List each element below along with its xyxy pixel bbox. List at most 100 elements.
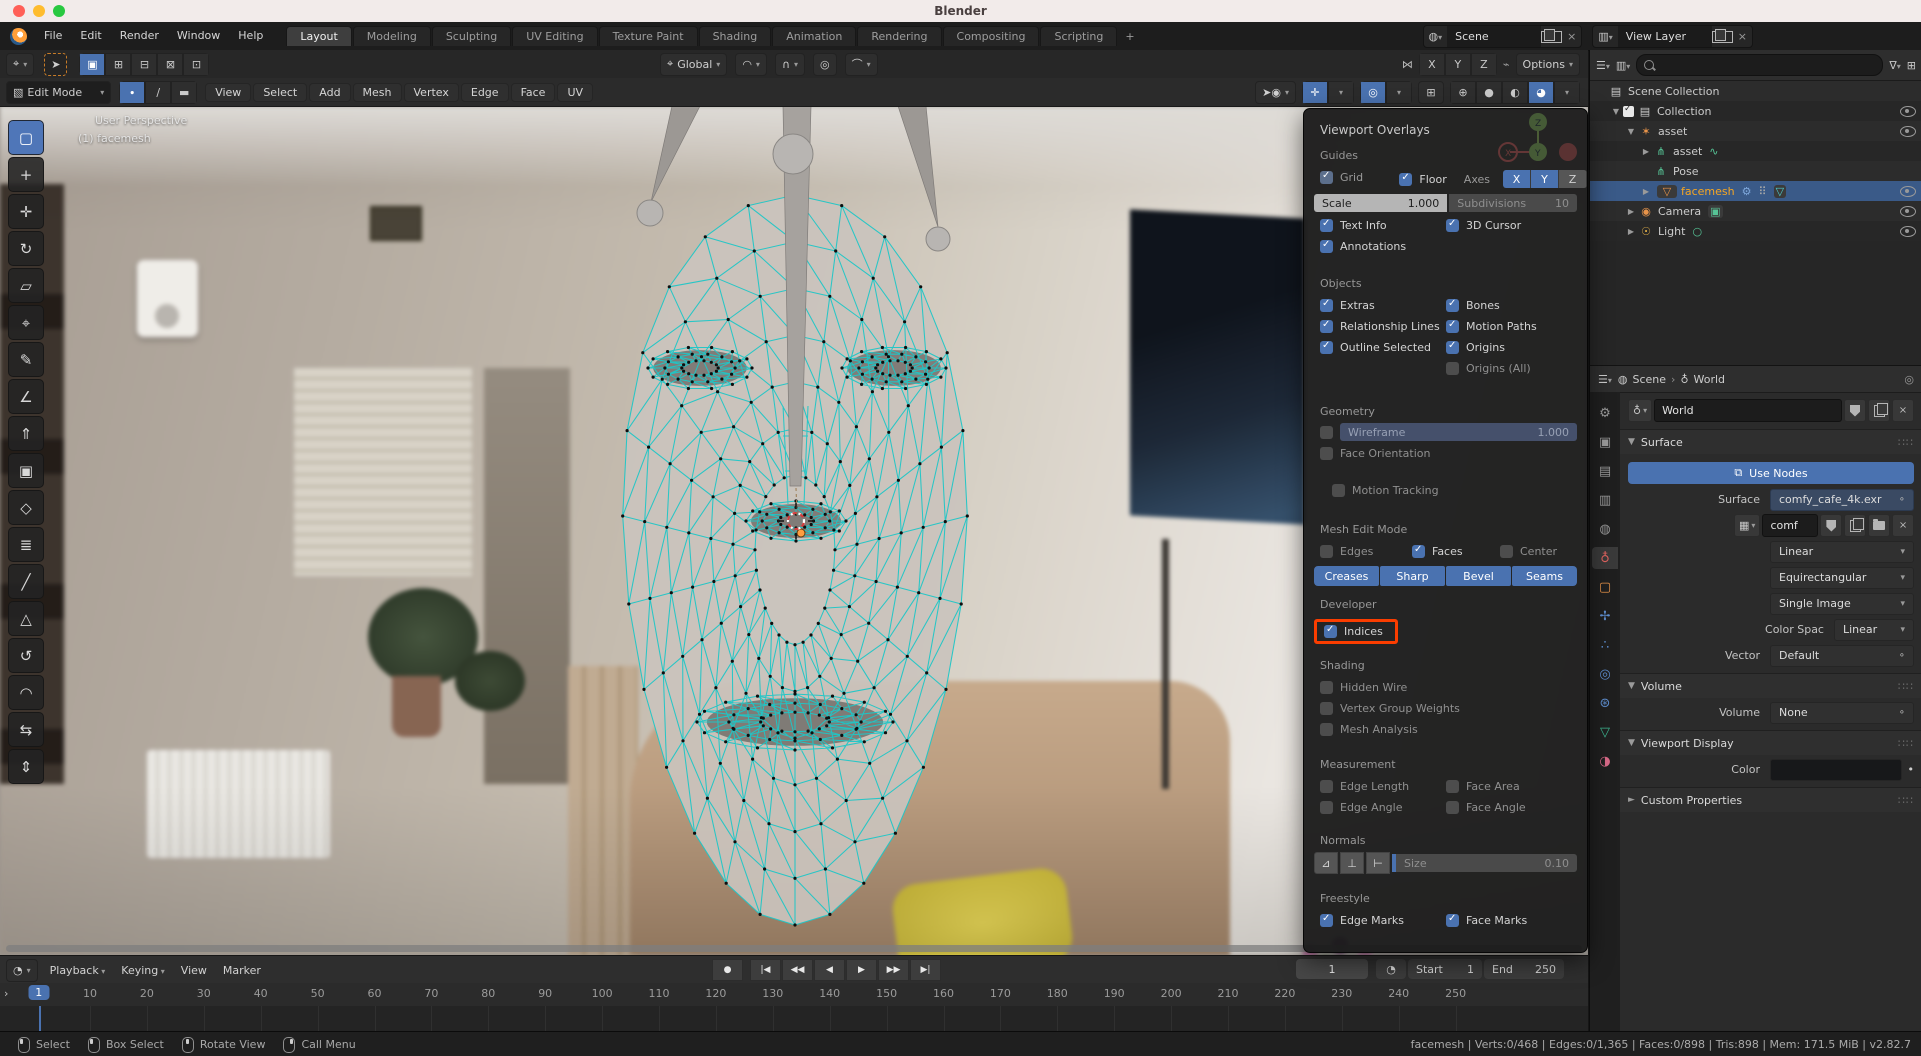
extras-checkbox-row[interactable]: Extras xyxy=(1304,295,1446,316)
world-browse-dropdown[interactable]: ♁▾ xyxy=(1628,399,1652,422)
scene-selector[interactable]: ◍▾ Scene × xyxy=(1423,25,1583,48)
snap-magnet-toggle[interactable]: ∩▾ xyxy=(775,53,805,76)
creases-toggle-button[interactable]: Creases xyxy=(1314,566,1379,586)
tool-bevel[interactable]: ◇ xyxy=(8,490,44,525)
face-angle-checkbox-row[interactable]: Face Angle xyxy=(1446,797,1587,818)
shading-wireframe-icon[interactable]: ⊕ xyxy=(1450,81,1476,104)
hidden-wire-checkbox[interactable] xyxy=(1320,681,1333,694)
outliner-item-label[interactable]: asset xyxy=(1673,145,1702,158)
timeline-editor-type-dropdown[interactable]: ◔▾ xyxy=(6,959,38,982)
hide-in-viewport-eye-icon[interactable] xyxy=(1900,186,1916,197)
face-select-mode-icon[interactable]: ▬ xyxy=(171,81,197,104)
options-dropdown[interactable]: Options▾ xyxy=(1516,53,1580,76)
bones-checkbox-row[interactable]: Bones xyxy=(1446,295,1587,316)
viewport-menu-vertex[interactable]: Vertex xyxy=(404,83,459,102)
face-marks-checkbox[interactable] xyxy=(1446,914,1459,927)
volume-field[interactable]: None∘ xyxy=(1770,702,1914,724)
outliner-filter-id-dropdown[interactable]: ▥▾ xyxy=(1616,59,1630,72)
shading-solid-icon[interactable]: ● xyxy=(1476,81,1502,104)
expander-icon[interactable]: ▼ xyxy=(1609,107,1623,116)
snap-target-dropdown[interactable]: ◠▾ xyxy=(735,53,767,76)
outliner-display-mode-dropdown[interactable]: ☰▾ xyxy=(1596,59,1610,72)
center-checkbox[interactable] xyxy=(1500,545,1513,558)
proportional-falloff-dropdown[interactable]: ⌒▾ xyxy=(845,53,878,76)
workspace-tab-scripting[interactable]: Scripting xyxy=(1040,26,1117,46)
fake-user-shield-icon[interactable] xyxy=(1844,399,1866,422)
outliner-item-label[interactable]: Light xyxy=(1658,225,1685,238)
viewport-menu-edge[interactable]: Edge xyxy=(461,83,509,102)
edge-length-checkbox[interactable] xyxy=(1320,780,1333,793)
mesh-analysis-checkbox-row[interactable]: Mesh Analysis xyxy=(1304,719,1587,740)
current-frame-field[interactable]: 1 xyxy=(1296,959,1368,979)
face-marks-checkbox-row[interactable]: Face Marks xyxy=(1446,910,1587,931)
seams-toggle-button[interactable]: Seams xyxy=(1512,566,1577,586)
shading-dropdown[interactable]: ▾ xyxy=(1554,81,1580,104)
expander-icon[interactable]: ▶ xyxy=(1639,147,1653,156)
tool-inset[interactable]: ▣ xyxy=(8,453,44,488)
outliner-item-label[interactable]: Camera xyxy=(1658,205,1701,218)
viewport-color-swatch[interactable] xyxy=(1770,759,1902,781)
transform-orientation-dropdown[interactable]: ⌖ Global▾ xyxy=(660,53,727,76)
tweak-tool-button[interactable]: ➤ xyxy=(44,53,67,76)
next-keyframe-button[interactable]: ▶▶ xyxy=(878,959,909,981)
edges-checkbox-row[interactable]: Edges xyxy=(1304,541,1412,562)
floor-checkbox[interactable] xyxy=(1399,173,1412,186)
outliner-item-label[interactable]: Collection xyxy=(1657,105,1711,118)
projection-dropdown[interactable]: Equirectangular▾ xyxy=(1770,567,1914,589)
viewport-menu-face[interactable]: Face xyxy=(511,83,556,102)
show-gizmo-toggle[interactable]: ✛ xyxy=(1302,81,1328,104)
split-normals-icon[interactable]: ⊥ xyxy=(1340,852,1364,874)
image-name-field[interactable]: comf xyxy=(1762,514,1818,537)
prev-frame-button[interactable]: ◀ xyxy=(814,959,845,981)
timeline-menu-view[interactable]: View xyxy=(173,962,215,979)
center-checkbox-row[interactable]: Center xyxy=(1500,541,1587,562)
auto-keying-clock-icon[interactable]: ◔ xyxy=(1376,959,1406,979)
xray-toggle[interactable]: ⊞ xyxy=(1418,81,1444,104)
minimize-window-button[interactable] xyxy=(33,5,45,17)
outliner-row-pose[interactable]: ⋔Pose xyxy=(1590,161,1921,181)
outliner-row-asset-pose[interactable]: ▶⋔asset∿ xyxy=(1590,141,1921,161)
custom-properties-panel-header[interactable]: ►Custom Properties∷∷ xyxy=(1620,787,1921,812)
outline-selected-checkbox[interactable] xyxy=(1320,341,1333,354)
menu-edit[interactable]: Edit xyxy=(71,26,110,46)
volume-panel-header[interactable]: ▼Volume∷∷ xyxy=(1620,673,1921,698)
edges-checkbox[interactable] xyxy=(1320,545,1333,558)
tool-scale[interactable]: ▱ xyxy=(8,268,44,303)
select-mode-extend-icon[interactable]: ⊞ xyxy=(105,53,131,76)
surface-shader-field[interactable]: comfy_cafe_4k.exr∘ xyxy=(1770,489,1914,511)
workspace-tab-rendering[interactable]: Rendering xyxy=(857,26,941,46)
motion-paths-checkbox[interactable] xyxy=(1446,320,1459,333)
new-scene-icon[interactable] xyxy=(1541,31,1562,43)
edge-select-mode-icon[interactable]: ∕ xyxy=(145,81,171,104)
floor-checkbox-row[interactable]: Floor Axes XYZ xyxy=(1399,167,1587,191)
select-mode-intersect-icon[interactable]: ⊡ xyxy=(183,53,209,76)
properties-tab-render[interactable]: ▣ xyxy=(1592,431,1618,453)
image-browse-dropdown[interactable]: ▦▾ xyxy=(1734,514,1760,537)
open-image-folder-icon[interactable] xyxy=(1868,514,1890,537)
origins-checkbox-row[interactable]: Origins xyxy=(1446,337,1587,358)
object-type-visibility-dropdown[interactable]: ➤◉▾ xyxy=(1255,81,1296,104)
blender-logo-icon[interactable] xyxy=(10,28,27,45)
face-area-checkbox[interactable] xyxy=(1446,780,1459,793)
edge-marks-checkbox-row[interactable]: Edge Marks xyxy=(1304,910,1446,931)
traffic-lights[interactable] xyxy=(13,5,65,17)
outliner-row-asset-armature[interactable]: ▼✶asset xyxy=(1590,121,1921,141)
workspace-tab-animation[interactable]: Animation xyxy=(772,26,856,46)
face-normals-icon[interactable]: ⊢ xyxy=(1366,852,1390,874)
properties-tab-particles[interactable]: ∴ xyxy=(1592,634,1618,656)
origins-checkbox[interactable] xyxy=(1446,341,1459,354)
viewport-menu-select[interactable]: Select xyxy=(253,83,307,102)
extras-checkbox[interactable] xyxy=(1320,299,1333,312)
shading-rendered-icon[interactable]: ◕ xyxy=(1528,81,1554,104)
vertex-normals-icon[interactable]: ⊿ xyxy=(1314,852,1338,874)
unlink-scene-icon[interactable]: × xyxy=(1562,30,1581,43)
grid-scale-slider[interactable]: Scale1.000 xyxy=(1314,194,1447,212)
menu-window[interactable]: Window xyxy=(168,26,229,46)
faces-checkbox-row[interactable]: Faces xyxy=(1412,541,1500,562)
tool-measure[interactable]: ∠ xyxy=(8,379,44,414)
color-space-dropdown[interactable]: Linear▾ xyxy=(1834,619,1914,641)
timeline-menu-marker[interactable]: Marker xyxy=(215,962,269,979)
viewport-menu-add[interactable]: Add xyxy=(309,83,350,102)
axis-toggle-z[interactable]: Z xyxy=(1559,170,1587,188)
tool-rotate[interactable]: ↻ xyxy=(8,231,44,266)
